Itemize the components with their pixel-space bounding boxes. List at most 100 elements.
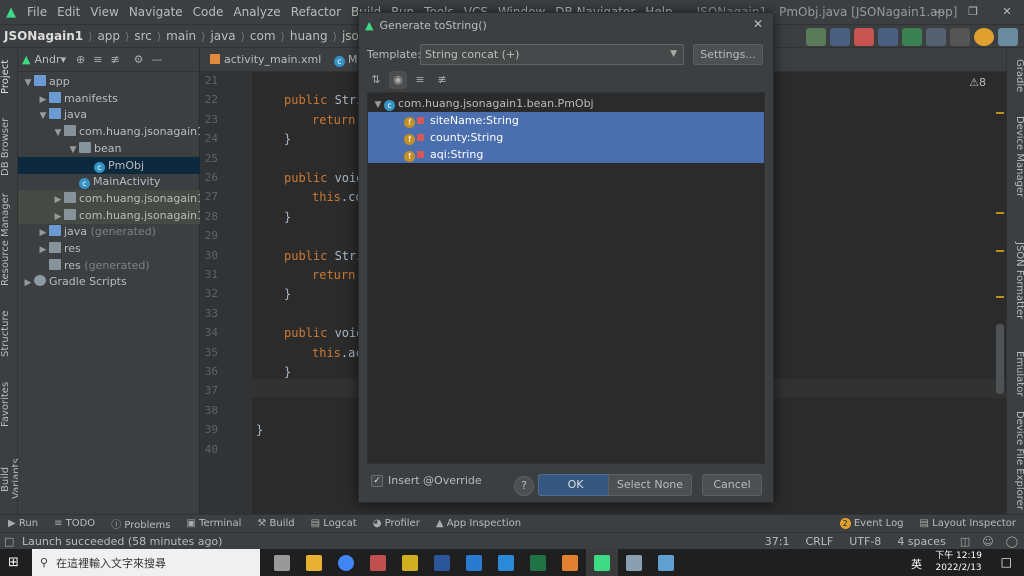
tree-item[interactable]: ▶ res bbox=[18, 240, 200, 257]
taskbar-clock[interactable]: 下午 12:19 2022/2/13 bbox=[935, 550, 982, 574]
db-browser-tool-tab[interactable]: DB Browser bbox=[0, 114, 18, 180]
emulator-tool-tab[interactable]: Emulator bbox=[1007, 344, 1024, 404]
account-icon[interactable] bbox=[998, 28, 1018, 46]
close-icon[interactable]: ✕ bbox=[753, 17, 763, 31]
breadcrumb-app[interactable]: app bbox=[95, 29, 122, 43]
debug-icon[interactable] bbox=[830, 28, 850, 46]
taskbar-app-3[interactable] bbox=[554, 549, 586, 576]
settings-button[interactable]: Settings... bbox=[693, 44, 763, 65]
tree-item[interactable]: c PmObj bbox=[18, 156, 200, 174]
taskbar-app-4[interactable] bbox=[618, 549, 650, 576]
notification-icon[interactable]: □ bbox=[1001, 555, 1012, 569]
select-none-button[interactable]: Select None bbox=[608, 474, 692, 496]
breadcrumb-main[interactable]: main bbox=[164, 29, 198, 43]
taskbar-app-2[interactable] bbox=[394, 549, 426, 576]
collapse-all-icon[interactable]: ≢ bbox=[110, 53, 119, 66]
device-manager-tool-tab[interactable]: Device Manager bbox=[1007, 112, 1024, 202]
breadcrumb-java[interactable]: java bbox=[208, 29, 237, 43]
taskbar-chrome[interactable] bbox=[330, 549, 362, 576]
menu-navigate[interactable]: Navigate bbox=[124, 5, 188, 19]
close-window-button[interactable]: ✕ bbox=[990, 0, 1024, 24]
taskbar-excel[interactable] bbox=[522, 549, 554, 576]
chevron-icon[interactable]: ▶ bbox=[22, 275, 34, 292]
favorites-tool-tab[interactable]: Favorites bbox=[0, 376, 18, 432]
tree-item[interactable]: c MainActivity bbox=[18, 173, 200, 190]
profiler-tool-button[interactable]: ◕ Profiler bbox=[365, 518, 428, 529]
show-classes-icon[interactable]: ◉ bbox=[389, 71, 407, 89]
taskbar-word[interactable] bbox=[426, 549, 458, 576]
windows-start-icon[interactable]: ⊞ bbox=[8, 555, 19, 570]
json-formatter-tool-tab[interactable]: JSON Formatter bbox=[1007, 236, 1024, 326]
tree-item[interactable]: ▼ java bbox=[18, 106, 200, 123]
locate-icon[interactable]: ⊕ bbox=[76, 53, 85, 66]
taskbar-app-5[interactable] bbox=[650, 549, 682, 576]
breadcrumb-com[interactable]: com bbox=[248, 29, 278, 43]
tree-item[interactable]: res (generated) bbox=[18, 257, 200, 274]
template-select[interactable]: String concat (+) ▼ bbox=[420, 44, 684, 65]
taskbar-android-studio[interactable] bbox=[586, 549, 618, 576]
tree-item[interactable]: ▼ com.huang.jsonagain1 bbox=[18, 123, 204, 140]
status-toggle-icon[interactable]: □ bbox=[4, 535, 18, 548]
terminal-tool-button[interactable]: ▣ Terminal bbox=[178, 518, 249, 529]
maximize-button[interactable]: ❐ bbox=[956, 0, 990, 24]
tree-item[interactable]: ▼ bean bbox=[18, 140, 200, 157]
resource-manager-tool-tab[interactable]: Resource Manager bbox=[0, 192, 18, 288]
menu-refactor[interactable]: Refactor bbox=[286, 5, 346, 19]
tree-item[interactable]: ▼ app bbox=[18, 73, 200, 90]
warnings-indicator[interactable]: ⚠8 bbox=[969, 76, 986, 89]
todo-tool-button[interactable]: ≡ TODO bbox=[46, 518, 103, 529]
tree-item[interactable]: ▶ Gradle Scripts bbox=[18, 273, 200, 290]
stop-icon[interactable] bbox=[854, 28, 874, 46]
device-manager-icon[interactable] bbox=[902, 28, 922, 46]
menu-analyze[interactable]: Analyze bbox=[228, 5, 285, 19]
sdk-manager-icon[interactable] bbox=[926, 28, 946, 46]
tree-item[interactable]: ▶ manifests bbox=[18, 90, 200, 107]
menu-view[interactable]: View bbox=[85, 5, 123, 19]
cancel-button[interactable]: Cancel bbox=[702, 474, 762, 496]
memory-icon[interactable]: ◯ bbox=[1000, 535, 1024, 548]
insert-override-checkbox[interactable]: ✓ Insert @Override bbox=[371, 474, 482, 487]
minimize-button[interactable]: — bbox=[922, 0, 956, 24]
expand-all-icon[interactable]: ≡ bbox=[411, 71, 429, 89]
field-item-county[interactable]: f county:String bbox=[368, 129, 764, 146]
breadcrumb-project[interactable]: JSONagain1 bbox=[0, 29, 85, 43]
sort-alphabetically-icon[interactable]: ⇅ bbox=[367, 71, 385, 89]
tab-activity-main[interactable]: activity_main.xml bbox=[204, 48, 327, 72]
menu-code[interactable]: Code bbox=[188, 5, 229, 19]
breadcrumb-src[interactable]: src bbox=[132, 29, 154, 43]
class-node[interactable]: ▼ c com.huang.jsonagain1.bean.PmObj bbox=[368, 95, 764, 112]
ime-indicator[interactable]: 英 bbox=[911, 556, 922, 572]
taskbar-search-input[interactable]: ⚲ 在這裡輸入文字來搜尋 bbox=[32, 549, 260, 576]
project-view-selector[interactable]: Andr▾ bbox=[34, 53, 66, 66]
checkbox-check-icon[interactable]: ✓ bbox=[371, 474, 383, 487]
taskbar-explorer[interactable] bbox=[298, 549, 330, 576]
taskbar-app-1[interactable] bbox=[362, 549, 394, 576]
menu-edit[interactable]: Edit bbox=[52, 5, 85, 19]
line-separator[interactable]: CRLF bbox=[797, 535, 841, 548]
tree-item[interactable]: ▶ com.huang.jsonagain1 bbox=[18, 206, 204, 224]
help-button[interactable]: ? bbox=[514, 476, 534, 496]
build-tool-button[interactable]: ⚒ Build bbox=[249, 518, 302, 529]
gear-icon[interactable]: ⚙ bbox=[134, 53, 144, 66]
ok-button[interactable]: OK bbox=[538, 474, 613, 496]
tree-item[interactable]: ▶ com.huang.jsonagain1 bbox=[18, 189, 204, 207]
gradle-sync-icon[interactable] bbox=[878, 28, 898, 46]
logcat-tool-button[interactable]: ▤ Logcat bbox=[303, 518, 365, 529]
status-message[interactable]: Launch succeeded (58 minutes ago) bbox=[22, 535, 222, 548]
editor-scrollbar-thumb[interactable] bbox=[996, 324, 1004, 394]
menu-file[interactable]: File bbox=[22, 5, 52, 19]
expand-all-icon[interactable]: ≡ bbox=[93, 53, 102, 66]
update-icon[interactable] bbox=[974, 28, 994, 46]
caret-position[interactable]: 37:1 bbox=[757, 535, 798, 548]
task-view-button[interactable] bbox=[266, 549, 298, 576]
problems-tool-button[interactable]: ⓘ Problems bbox=[103, 516, 178, 531]
gradle-tool-tab[interactable]: Gradle bbox=[1007, 54, 1024, 98]
layout-inspector-tool-button[interactable]: ▤ Layout Inspector bbox=[912, 518, 1024, 529]
field-item-aqi[interactable]: f aqi:String bbox=[368, 146, 764, 163]
run-tool-button[interactable]: ▶ Run bbox=[0, 518, 46, 529]
build-variants-tool-tab[interactable]: Build Variants bbox=[0, 446, 22, 512]
tree-item[interactable]: ▶ java (generated) bbox=[18, 223, 200, 240]
file-encoding[interactable]: UTF-8 bbox=[841, 535, 889, 548]
lock-icon[interactable]: ◫ bbox=[954, 535, 976, 548]
taskbar-vscode[interactable] bbox=[490, 549, 522, 576]
